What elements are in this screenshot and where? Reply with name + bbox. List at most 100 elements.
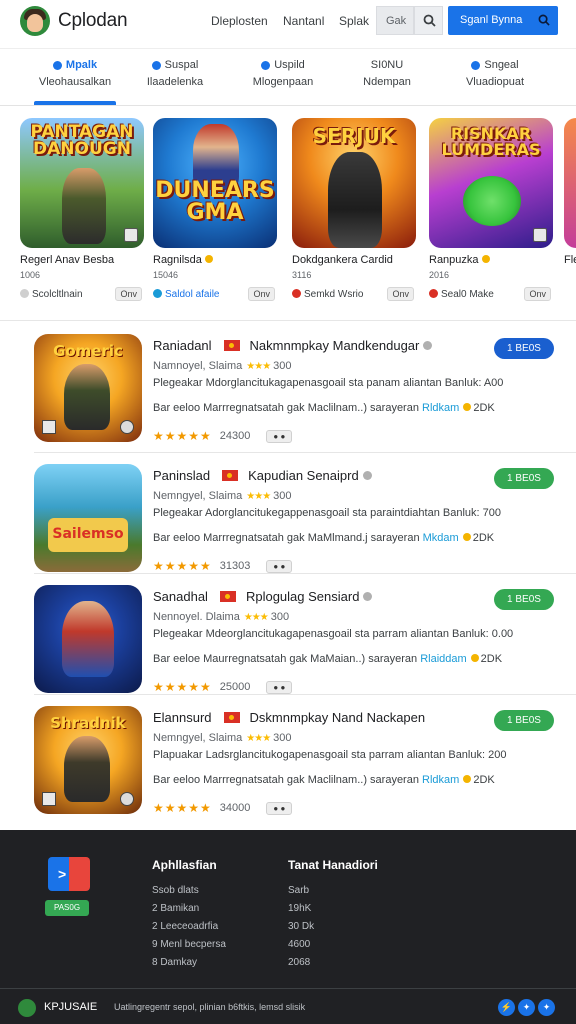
footer-column-heading: Tanat Hanadiori <box>288 858 378 872</box>
featured-card-pill[interactable]: Onv <box>387 287 414 301</box>
app-title[interactable]: Sanadhal Rplogulag Sensiard <box>153 589 373 604</box>
tab-icon <box>471 60 481 70</box>
rating-count: 31303 <box>219 560 251 572</box>
star-icon: ★★★ <box>243 611 269 623</box>
featured-card[interactable]: DUNEARS GMA Ragnilsda 15046 Saldol afail… <box>153 118 281 308</box>
app-dev-link[interactable]: Mkdam <box>423 532 459 544</box>
app-sub-b: 300 <box>273 490 292 502</box>
app-title[interactable]: Elannsurd Dskmnmpkay Nand Nackapen <box>153 710 425 725</box>
featured-card-pill[interactable]: Onv <box>248 287 275 301</box>
record-icon <box>292 289 301 298</box>
art-title: SERJUK <box>312 124 396 148</box>
featured-card[interactable]: PANTAGAN DANOUGN Regerl Anav Besba 1006 … <box>20 118 148 308</box>
flag-icon <box>219 591 236 602</box>
flag-icon <box>222 470 239 481</box>
featured-card-meta: 3116 <box>292 270 312 280</box>
art-title: Gomeric <box>53 342 123 360</box>
nav-link-1[interactable]: Dleplosten <box>211 14 268 28</box>
footer-link[interactable]: 2 Leeceoadrfia <box>152 921 226 939</box>
footer-link[interactable]: 2 Bamikan <box>152 903 226 921</box>
more-options-icon[interactable]: ● ● <box>266 680 293 694</box>
search-button[interactable] <box>414 6 443 35</box>
footer-link[interactable]: 8 Damkay <box>152 957 226 975</box>
rating-stars-icon: ★★★★★ <box>153 801 212 815</box>
record-icon <box>429 289 438 298</box>
featured-card-pill[interactable]: Onv <box>115 287 142 301</box>
footer-link[interactable]: 9 Menl becpersa <box>152 939 226 957</box>
app-list-row[interactable]: Sailemso Paninslad Kapudian Senaiprd Nemn… <box>0 452 576 573</box>
signin-button[interactable]: Sganl Bynna <box>448 6 558 35</box>
brand-name[interactable]: Cplodan <box>58 10 128 32</box>
app-title-b: Nakmnmpkay Mandkendugar <box>249 338 420 353</box>
app-title-a: Elannsurd <box>153 710 212 725</box>
footer-column-2: Tanat Hanadiori Sarb 19hK 30 Dk 4600 206… <box>288 858 378 975</box>
featured-card-pill[interactable]: Onv <box>524 287 551 301</box>
flag-icon <box>223 712 240 723</box>
featured-card[interactable]: RISNKAR LUMDERAS Ranpuzka 2016 Seal0 Mak… <box>429 118 557 308</box>
art-title: Sailemso <box>52 526 124 542</box>
coin-icon <box>470 654 479 662</box>
rating-count: 25000 <box>219 681 251 693</box>
install-button[interactable]: 1 BE0S <box>494 338 554 359</box>
tab-label-bottom: Vleohausalkan <box>38 76 112 88</box>
featured-card-title: Ragnilsda <box>153 254 213 266</box>
tab-2[interactable]: Suspal Ilaadelenka <box>120 59 230 88</box>
app-title-a: Sanadhal <box>153 589 208 604</box>
app-dev-link[interactable]: Rldkam <box>422 402 459 414</box>
rating-count: 24300 <box>219 430 251 442</box>
gear-icon <box>423 341 433 350</box>
tab-icon <box>151 60 161 70</box>
search-input[interactable]: Gak <box>376 6 414 35</box>
more-options-icon[interactable]: ● ● <box>266 429 293 443</box>
footer-badge[interactable]: PAS0G <box>45 900 89 916</box>
app-developer: Bar eeloo Marrregnatsatah gak Maclilnam.… <box>153 402 495 414</box>
app-title[interactable]: Paninslad Kapudian Senaiprd <box>153 468 372 483</box>
app-dev-link[interactable]: Rlaiddam <box>420 653 466 665</box>
featured-card-meta: 15046 <box>153 270 179 280</box>
social-star-icon[interactable]: ✦ <box>518 999 535 1016</box>
footer-column-1: Aphllasfian Ssob dlats 2 Bamikan 2 Leece… <box>152 858 226 975</box>
app-sub-a: Nemngyel, Slaima <box>153 732 243 744</box>
app-dev-link[interactable]: Rldkam <box>422 774 459 786</box>
app-list-row[interactable]: Gomeric Raniadanl Nakmnmpkay Mandkendugar… <box>0 322 576 443</box>
app-list-row[interactable]: Sanadhal Rplogulag Sensiard Nennoyel. Dla… <box>0 573 576 694</box>
install-button[interactable]: 1 BE0S <box>494 468 554 489</box>
tab-4[interactable]: SI0NU Ndempan <box>332 59 442 88</box>
app-dev-text: Bar eeloo Marrregnatsatah gak MaMlmand.j… <box>153 532 420 544</box>
install-button[interactable]: 1 BE0S <box>494 589 554 610</box>
featured-card-title: Fle <box>564 254 576 266</box>
tab-5[interactable]: Sngeal Vluadiopuat <box>440 59 550 88</box>
coin-icon <box>463 403 472 411</box>
more-options-icon[interactable]: ● ● <box>266 559 293 573</box>
featured-card[interactable]: SERJUK Dokdgankera Cardid 3116 Semkd Wsr… <box>292 118 420 308</box>
footer-mini-logo-icon[interactable] <box>18 999 36 1017</box>
tab-3[interactable]: Uspild Mlogenpaan <box>228 59 338 88</box>
star-icon: ★★★ <box>246 360 271 372</box>
footer-value: 4600 <box>288 939 311 950</box>
more-options-icon[interactable]: ● ● <box>266 801 293 815</box>
badge-icon <box>42 420 56 434</box>
footer-link[interactable]: Ssob dlats <box>152 885 226 903</box>
tab-label-top: SI0NU <box>370 59 404 71</box>
social-lightning-icon[interactable]: ⚡ <box>498 999 515 1016</box>
featured-card-partial[interactable]: Fle <box>564 118 576 308</box>
tab-1[interactable]: Mpalk Vleohausalkan <box>20 59 130 88</box>
app-rating: ★★★★★ 24300 ● ● <box>153 429 293 443</box>
app-title[interactable]: Raniadanl Nakmnmpkay Mandkendugar <box>153 338 433 353</box>
install-button[interactable]: 1 BE0S <box>494 710 554 731</box>
nav-link-3[interactable]: Splak <box>339 14 369 28</box>
featured-card-footer: Saldol afaile Onv <box>153 287 277 301</box>
app-description: Plapuakar Ladsrglancitukogapenasgoail st… <box>153 749 507 761</box>
heart-icon <box>20 289 29 298</box>
app-developer: Bar eeloo Marrregnatsatah gak Maclilnam.… <box>153 774 495 786</box>
app-list-row[interactable]: Shradnik Elannsurd Dskmnmpkay Nand Nackap… <box>0 694 576 815</box>
category-tabs: Mpalk Vleohausalkan Suspal Ilaadelenka U… <box>0 48 576 106</box>
brand-logo-icon[interactable] <box>20 6 50 36</box>
gear-icon <box>363 592 373 601</box>
nav-link-2[interactable]: Nantanl <box>283 14 324 28</box>
tab-label-bottom: Vluadiopuat <box>465 76 525 88</box>
featured-card-art: SERJUK <box>292 118 416 248</box>
social-star-icon[interactable]: ✦ <box>538 999 555 1016</box>
footer-logo-icon[interactable]: > <box>48 857 90 891</box>
app-description: Plegeakar Adorglancitukegappenasgoail st… <box>153 507 501 519</box>
